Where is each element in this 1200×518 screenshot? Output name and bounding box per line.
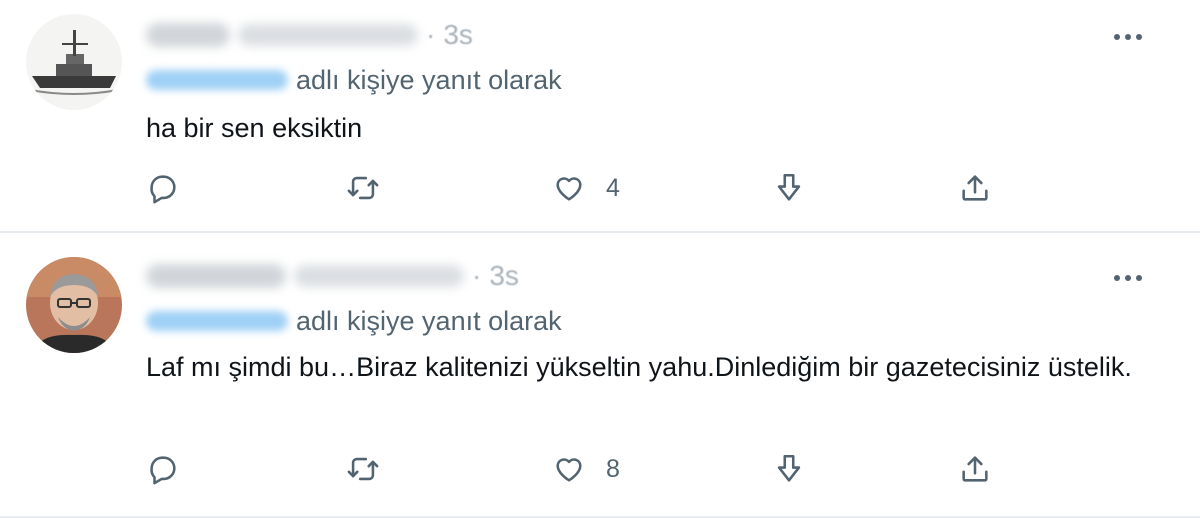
separator-dot: · (426, 19, 436, 50)
retweet-button[interactable] (346, 449, 380, 489)
display-name-blurred[interactable] (146, 23, 230, 47)
like-button[interactable]: 4 (552, 168, 620, 208)
retweet-button[interactable] (346, 168, 380, 208)
reply-button[interactable] (146, 168, 180, 208)
like-count: 8 (606, 454, 620, 483)
like-count: 4 (606, 173, 620, 202)
tweet[interactable]: · 3s adlı kişiye yanıt olarak Laf mı şim… (0, 235, 1200, 518)
down-arrow-icon (777, 454, 801, 482)
tweet-header: · 3s (146, 259, 519, 293)
more-options-icon[interactable] (1108, 22, 1148, 52)
reply-context: adlı kişiye yanıt olarak (146, 305, 562, 337)
share-icon (962, 175, 988, 201)
reply-button[interactable] (146, 449, 180, 489)
retweet-icon (347, 457, 379, 481)
ship-icon (26, 14, 122, 110)
username-blurred[interactable] (294, 265, 464, 287)
share-button[interactable] (958, 449, 992, 489)
tweet-text: Laf mı şimdi bu…Biraz kalitenizi yükselt… (146, 352, 1132, 382)
tweet-text: ha bir sen eksiktin (146, 113, 363, 143)
like-button[interactable]: 8 (552, 449, 620, 489)
reply-icon (150, 175, 176, 204)
avatar[interactable] (26, 14, 122, 110)
retweet-icon (347, 176, 379, 200)
reply-icon (150, 456, 176, 485)
reply-context: adlı kişiye yanıt olarak (146, 64, 562, 96)
reply-context-label: adlı kişiye yanıt olarak (296, 305, 562, 336)
heart-icon (556, 458, 582, 482)
downvote-button[interactable] (772, 168, 806, 208)
mention-blurred[interactable] (146, 311, 288, 331)
down-arrow-icon (777, 173, 801, 201)
reply-context-label: adlı kişiye yanıt olarak (296, 64, 562, 95)
share-icon (962, 456, 988, 482)
tweet-feed: · 3s adlı kişiye yanıt olarak ha bir sen… (0, 0, 1200, 518)
display-name-blurred[interactable] (146, 264, 286, 288)
tweet-actions: 4 (146, 168, 1026, 208)
downvote-button[interactable] (772, 449, 806, 489)
mention-blurred[interactable] (146, 70, 288, 90)
tweet-header: · 3s (146, 18, 473, 52)
more-options-icon[interactable] (1108, 263, 1148, 293)
tweet-actions: 8 (146, 449, 1026, 489)
tweet-time[interactable]: 3s (443, 19, 473, 51)
tweet-time[interactable]: 3s (489, 260, 519, 292)
separator-dot: · (472, 260, 482, 291)
avatar[interactable] (26, 257, 122, 353)
username-blurred[interactable] (238, 24, 418, 46)
tweet[interactable]: · 3s adlı kişiye yanıt olarak ha bir sen… (0, 0, 1200, 233)
heart-icon (556, 177, 582, 201)
share-button[interactable] (958, 168, 992, 208)
person-icon (26, 257, 122, 353)
